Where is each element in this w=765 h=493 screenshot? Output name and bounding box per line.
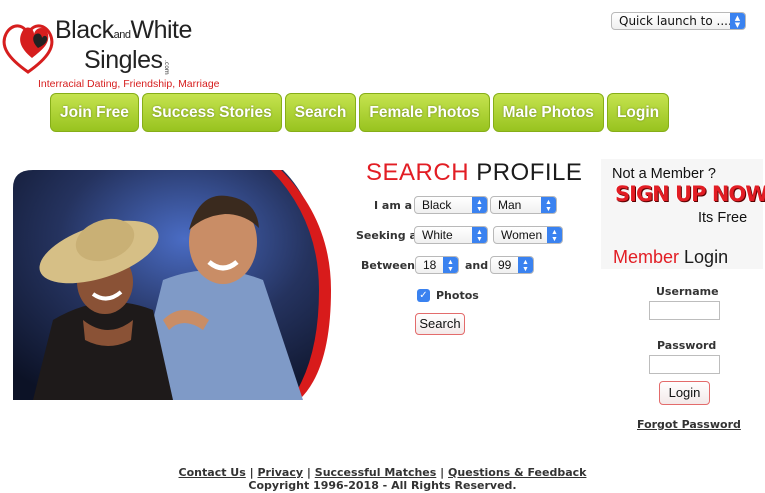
- password-input[interactable]: [649, 355, 720, 374]
- nav-male-photos-button[interactable]: Male Photos: [492, 93, 604, 132]
- footer-privacy-link[interactable]: Privacy: [258, 466, 304, 479]
- between-label: Between: [361, 259, 416, 272]
- photos-checkbox[interactable]: ✓: [417, 289, 430, 302]
- photos-label: Photos: [436, 289, 479, 302]
- age-max-value: 99: [498, 258, 512, 272]
- username-input[interactable]: [649, 301, 720, 320]
- quick-launch-select[interactable]: Quick launch to .... ▲ ▼: [611, 12, 746, 30]
- site-logo[interactable]: BlackandWhite Singles .com Interracial D…: [0, 8, 240, 90]
- select-arrows-icon: ▲ ▼: [730, 13, 745, 29]
- seeking-race-value: White: [422, 228, 453, 242]
- select-arrows-icon: ▲ ▼: [472, 197, 487, 213]
- login-button[interactable]: Login: [659, 381, 710, 405]
- nav-female-photos-button[interactable]: Female Photos: [359, 93, 490, 132]
- username-label: Username: [656, 285, 719, 298]
- footer-successful-matches-link[interactable]: Successful Matches: [315, 466, 437, 479]
- nav-search-button[interactable]: Search: [284, 93, 357, 132]
- nav-success-stories-button[interactable]: Success Stories: [141, 93, 282, 132]
- select-arrows-icon: ▲ ▼: [472, 227, 487, 243]
- select-arrows-icon: ▲ ▼: [547, 227, 562, 243]
- select-arrows-icon: ▲ ▼: [443, 257, 458, 273]
- age-min-value: 18: [423, 258, 437, 272]
- footer-separator: |: [249, 466, 254, 479]
- footer-separator: |: [306, 466, 311, 479]
- search-profile-title: SEARCH PROFILE: [366, 159, 583, 186]
- hearts-logo-icon: [2, 24, 54, 74]
- logo-name: BlackandWhite: [55, 16, 192, 44]
- logo-tagline: Interracial Dating, Friendship, Marriage: [38, 78, 220, 90]
- footer-separator: |: [440, 466, 445, 479]
- i-am-race-value: Black: [422, 198, 452, 212]
- copyright-text: Copyright 1996-2018 - All Rights Reserve…: [248, 479, 517, 492]
- age-max-select[interactable]: 99 ▲ ▼: [490, 256, 534, 274]
- i-am-gender-value: Man: [498, 198, 522, 212]
- search-button[interactable]: Search: [415, 313, 465, 335]
- password-label: Password: [657, 339, 717, 352]
- footer-questions-feedback-link[interactable]: Questions & Feedback: [448, 466, 586, 479]
- select-arrows-icon: ▲ ▼: [518, 257, 533, 273]
- i-am-race-select[interactable]: Black ▲ ▼: [414, 196, 488, 214]
- seeking-race-select[interactable]: White ▲ ▼: [414, 226, 488, 244]
- nav-login-button[interactable]: Login: [606, 93, 670, 132]
- seeking-gender-value: Women: [501, 228, 543, 242]
- checkmark-icon: ✓: [419, 290, 428, 301]
- its-free-text: Its Free: [698, 210, 748, 226]
- seeking-label: Seeking a: [356, 229, 417, 242]
- age-min-select[interactable]: 18 ▲ ▼: [415, 256, 459, 274]
- seeking-gender-select[interactable]: Women ▲ ▼: [493, 226, 563, 244]
- member-login-title: Member Login: [613, 247, 729, 267]
- forgot-password-link[interactable]: Forgot Password: [637, 418, 741, 431]
- footer-contact-us-link[interactable]: Contact Us: [179, 466, 246, 479]
- i-am-gender-select[interactable]: Man ▲ ▼: [490, 196, 557, 214]
- and-label: and: [465, 259, 489, 272]
- quick-launch-value: Quick launch to ....: [619, 14, 732, 28]
- nav-join-free-button[interactable]: Join Free: [50, 93, 139, 132]
- main-nav: Join Free Success Stories Search Female …: [50, 93, 670, 132]
- i-am-label: I am a: [374, 199, 413, 212]
- sign-up-now-link[interactable]: SIGN UP NOW: [615, 182, 765, 206]
- footer-links: Contact Us | Privacy | Successful Matche…: [0, 466, 765, 479]
- logo-com: .com: [163, 60, 170, 75]
- select-arrows-icon: ▲ ▼: [541, 197, 556, 213]
- logo-singles: Singles: [84, 46, 163, 74]
- not-a-member-text: Not a Member ?: [612, 166, 716, 182]
- hero-couple-photo: [13, 170, 331, 400]
